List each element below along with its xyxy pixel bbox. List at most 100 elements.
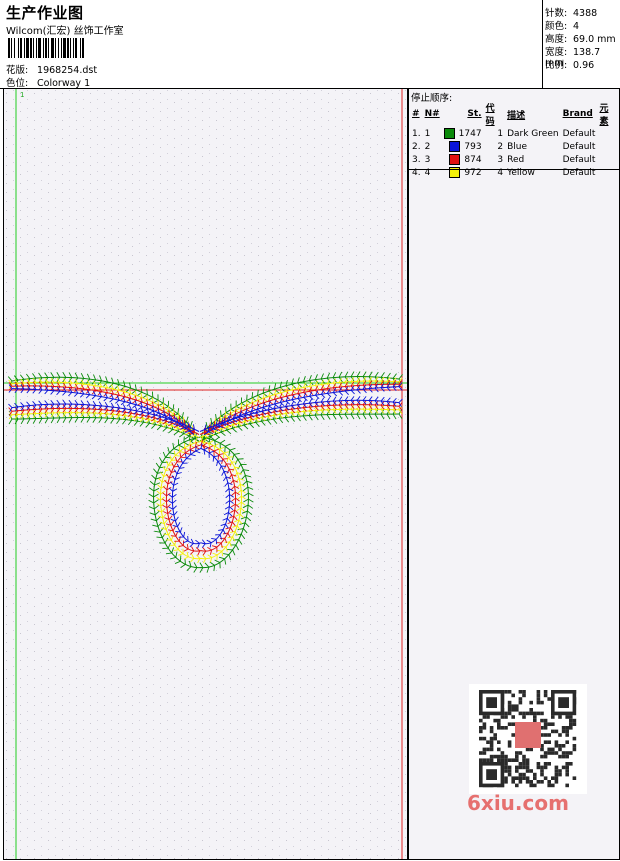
qr-module (504, 754, 508, 759)
qr-module (507, 711, 512, 716)
qr-module (504, 711, 508, 716)
qr-module (486, 758, 490, 762)
color-swatch (449, 154, 461, 165)
qr-module (489, 747, 494, 752)
qr-module (547, 780, 551, 784)
qr-module (518, 762, 523, 766)
design-canvas[interactable]: 1 2 (3, 88, 408, 860)
thread-description: Dark Green (507, 128, 559, 139)
qr-module (504, 769, 508, 773)
qr-module (486, 740, 490, 744)
qr-module (565, 733, 569, 737)
qr-module (518, 765, 523, 770)
qr-module (525, 711, 530, 716)
thread-brand: Default (562, 154, 596, 165)
qr-module (489, 736, 494, 741)
thread-brand: Default (562, 167, 596, 178)
qr-module (489, 758, 494, 762)
qr-module (507, 704, 512, 708)
qr-module (547, 722, 551, 726)
thread-row[interactable]: 4. 4 972 4 Yellow Default (410, 166, 619, 179)
qr-module (543, 726, 548, 730)
embroidery-preview: 1 2 (4, 89, 407, 859)
thread-description: Yellow (507, 167, 535, 178)
qr-module (554, 751, 559, 755)
qr-module (515, 769, 519, 773)
thread-row[interactable]: 1. 1 1747 1 Dark Green Default (410, 127, 619, 140)
qr-module (551, 729, 555, 734)
qr-module (543, 754, 548, 759)
color-swatch (443, 128, 455, 139)
qr-module (554, 744, 559, 748)
qr-module (565, 715, 569, 719)
qr-module (547, 783, 551, 788)
qr-module (507, 700, 512, 705)
qr-module (500, 754, 505, 759)
col-index: # (412, 109, 420, 119)
qr-module (561, 729, 566, 734)
qr-module (543, 690, 548, 694)
thread-number: 2 (424, 141, 431, 152)
qr-module (551, 747, 555, 752)
qr-module (515, 751, 519, 755)
qr-module (551, 776, 555, 780)
col-stitches: St. (467, 109, 482, 119)
qr-module (507, 744, 512, 748)
thread-row[interactable]: 3. 3 874 3 Red Default (410, 153, 619, 166)
qr-module (500, 726, 505, 730)
qr-finder (558, 697, 569, 708)
qr-module (522, 693, 526, 698)
qr-module (533, 718, 537, 723)
qr-module (511, 776, 515, 780)
thread-stitches: 972 (442, 166, 484, 179)
thread-index: 4. (412, 167, 421, 178)
thread-panel: 停止顺序: # N# St. 代码 描述 Brand 元素 1. 1 1747 1 Da… (408, 88, 620, 860)
qr-module (500, 751, 505, 755)
qr-module (565, 754, 569, 759)
qr-module (507, 758, 512, 762)
qr-module (554, 740, 559, 744)
qr-module (565, 765, 569, 770)
qr-module (515, 704, 519, 708)
qr-module (540, 718, 544, 723)
qr-module (482, 747, 487, 752)
qr-module (554, 769, 559, 773)
qr-module (511, 733, 515, 737)
qr-module (489, 740, 494, 744)
qr-module (525, 747, 530, 752)
qr-module (529, 708, 533, 712)
thread-element (597, 127, 619, 140)
qr-module (565, 783, 569, 788)
qr-module (504, 762, 508, 766)
thread-row[interactable]: 2. 2 793 2 Blue Default (410, 140, 619, 153)
qr-module (547, 733, 551, 737)
qr-module (507, 722, 512, 726)
thread-description: Blue (507, 141, 528, 152)
qr-module (558, 733, 562, 737)
qr-module (518, 711, 523, 716)
canvas-grid (4, 89, 407, 859)
qr-module (522, 715, 526, 719)
qr-module (543, 718, 548, 723)
qr-module (518, 772, 523, 777)
qr-module (515, 783, 519, 788)
qr-module (489, 729, 494, 734)
qr-module (540, 772, 544, 777)
qr-module (554, 780, 559, 784)
qr-module (489, 744, 494, 748)
thread-brand: Default (562, 128, 596, 139)
qr-module (504, 726, 508, 730)
qr-module (536, 693, 541, 698)
qr-finder (486, 769, 497, 780)
qr-module (547, 740, 551, 744)
qr-module (511, 704, 515, 708)
qr-module (536, 690, 541, 694)
qr-logo (515, 722, 541, 748)
qr-module (533, 783, 537, 788)
qr-module (522, 776, 526, 780)
qr-module (569, 751, 573, 755)
qr-module (547, 751, 551, 755)
qr-module (569, 726, 573, 730)
qr-module (551, 715, 555, 719)
qr-module (500, 758, 505, 762)
